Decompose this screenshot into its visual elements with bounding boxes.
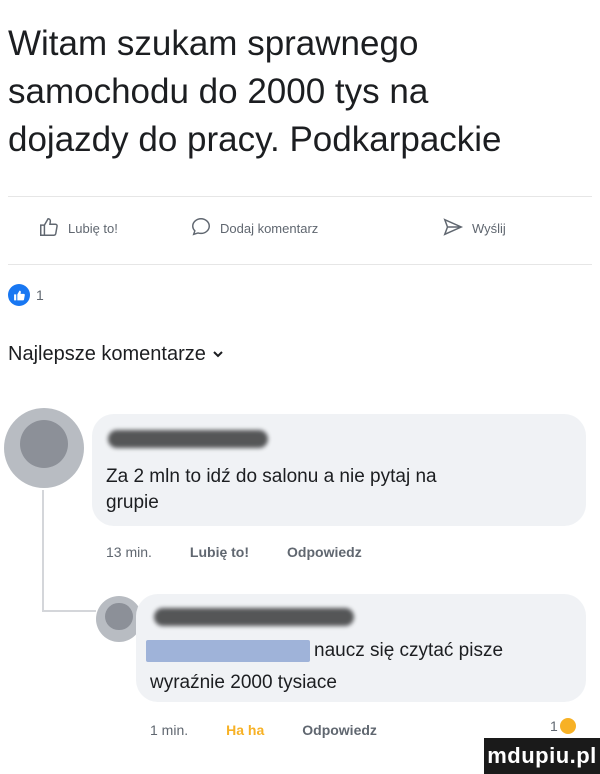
send-icon: [442, 216, 464, 241]
comment-reaction-button[interactable]: Ha ha: [226, 722, 264, 738]
comment-text-line: Za 2 mln to idź do salonu a nie pytaj na: [106, 466, 437, 487]
comment-bubble: Za 2 mln to idź do salonu a nie pytaj na…: [92, 414, 586, 526]
post-text-line: dojazdy do pracy. Podkarpackie: [8, 120, 502, 159]
comment-text-line: naucz się czytać pisze: [314, 640, 504, 661]
post-text: Witam szukam sprawnego samochodu do 2000…: [8, 20, 588, 164]
comments-sort-label: Najlepsze komentarze: [8, 343, 206, 365]
comment-button-label: Dodaj komentarz: [220, 220, 319, 236]
avatar[interactable]: [4, 408, 84, 488]
reaction-summary[interactable]: 1: [8, 284, 44, 306]
comment-text-line: wyraźnie 2000 tysiace: [150, 672, 337, 693]
like-button[interactable]: Lubię to!: [38, 212, 118, 244]
comment-button[interactable]: Dodaj komentarz: [190, 212, 318, 244]
thumbs-up-icon: [38, 216, 60, 241]
comment-time: 1 min.: [150, 722, 189, 738]
comment-text: Za 2 mln to idź do salonu a nie pytaj na…: [106, 464, 437, 516]
comment-icon: [190, 216, 212, 241]
post-text-line: samochodu do 2000 tys na: [8, 72, 429, 111]
like-button-label: Lubię to!: [68, 220, 118, 236]
comment-time: 13 min.: [106, 544, 152, 560]
divider: [8, 264, 592, 265]
reaction-count: 1: [550, 718, 558, 734]
thread-line: [42, 490, 44, 612]
comment-text-line: grupie: [106, 492, 159, 513]
comments-sort-dropdown[interactable]: Najlepsze komentarze: [8, 343, 224, 366]
reaction-count: 1: [36, 287, 44, 303]
divider: [8, 196, 592, 197]
comment-reply-button[interactable]: Odpowiedz: [287, 544, 362, 560]
comment-like-button[interactable]: Lubię to!: [190, 544, 249, 560]
chevron-down-icon: [212, 343, 224, 366]
comment-meta: 13 min. Lubię to! Odpowiedz: [106, 544, 362, 560]
watermark: mdupiu.pl: [484, 738, 600, 774]
haha-emoji-icon: [559, 718, 576, 734]
mention-redacted: [146, 640, 310, 662]
comment-bubble: naucz się czytać pisze wyraźnie 2000 tys…: [136, 594, 586, 702]
comment-meta: 1 min. Ha ha Odpowiedz: [150, 722, 377, 738]
comment-author-blurred[interactable]: [108, 430, 268, 448]
post-text-line: Witam szukam sprawnego: [8, 24, 419, 63]
avatar-face: [105, 602, 133, 631]
share-button-label: Wyślij: [472, 220, 506, 236]
thread-line: [42, 610, 96, 612]
comment-reply-button[interactable]: Odpowiedz: [302, 722, 377, 738]
avatar-face: [20, 420, 68, 468]
comment-reaction-count[interactable]: 1: [550, 718, 576, 734]
like-reaction-icon: [8, 284, 30, 306]
post-action-bar: Lubię to! Dodaj komentarz Wyślij: [0, 212, 600, 244]
comment-author-blurred[interactable]: [154, 608, 354, 626]
share-button[interactable]: Wyślij: [442, 212, 506, 244]
